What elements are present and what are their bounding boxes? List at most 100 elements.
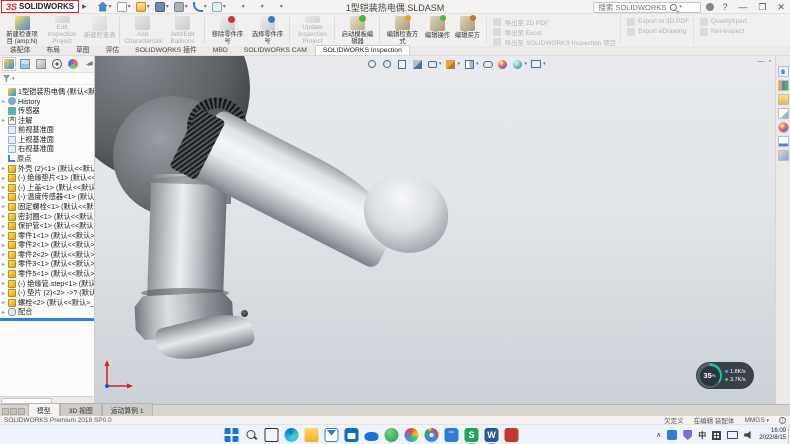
tree-item[interactable]: 前视基准面 xyxy=(2,125,94,135)
cm-button-sel[interactable]: 选择零件序号 xyxy=(247,15,287,46)
tree-item[interactable]: ▸零件3<1> (默认<<默认>_显示状态 xyxy=(2,260,94,270)
volume-icon[interactable] xyxy=(744,431,753,439)
tree-item[interactable]: 右视基准面 xyxy=(2,145,94,155)
tree-splitter-handle[interactable] xyxy=(0,318,94,321)
onedrive-icon[interactable] xyxy=(364,432,378,441)
fm-tab-property-manager[interactable] xyxy=(18,57,32,71)
doc-tab-2[interactable]: 3D 视图 xyxy=(60,403,102,416)
tree-item[interactable]: ▸零件2<2> (默认<<默认>_显示状态 xyxy=(2,250,94,260)
ribbon-tab-1[interactable]: 装配体 xyxy=(2,42,38,55)
edit-appearance-button[interactable] xyxy=(497,58,509,70)
reader-app-icon[interactable] xyxy=(444,428,458,442)
split-button[interactable] xyxy=(2,408,9,415)
cm-button-rem[interactable]: 移除零件序号 xyxy=(207,15,247,46)
undo-button[interactable]: ▾ xyxy=(193,2,207,12)
task-view-icon[interactable] xyxy=(264,428,278,442)
custom-properties-tab[interactable] xyxy=(778,136,789,147)
tag-globe-icon[interactable] xyxy=(779,417,786,424)
doc-tab-1[interactable]: 模型 xyxy=(28,403,60,416)
ribbon-tab-6[interactable]: MBD xyxy=(205,45,236,55)
word-icon[interactable]: W xyxy=(484,428,498,442)
login-icon[interactable] xyxy=(706,3,714,11)
cm-button-cust[interactable]: 编辑买方 xyxy=(452,15,482,46)
fm-tab-display-manager[interactable] xyxy=(66,57,80,71)
zoom-area-button[interactable] xyxy=(381,58,393,70)
view-palette-tab[interactable] xyxy=(778,108,789,119)
tree-item[interactable]: 上视基准面 xyxy=(2,135,94,145)
tree-item[interactable]: 传感器 xyxy=(2,106,94,116)
hide-show-items-button[interactable] xyxy=(482,58,494,70)
open-button[interactable]: ▾ xyxy=(136,2,150,12)
caret-icon[interactable]: ▾ xyxy=(204,3,207,10)
minimize-button[interactable]: — xyxy=(735,2,750,12)
doc-minimize-icon[interactable]: — xyxy=(758,58,765,65)
tree-item[interactable]: ▸外壳 (2)<1> (默认<<默认>_显示状 xyxy=(2,164,94,174)
edge-icon[interactable] xyxy=(284,428,298,442)
restore-button[interactable]: ❐ xyxy=(755,2,769,13)
fm-tab-configuration-manager[interactable] xyxy=(34,57,48,71)
tree-item[interactable]: ▸(-) 绝缘垫片<1> (默认<<默认>_显示 xyxy=(2,173,94,183)
caret-icon[interactable]: ▾ xyxy=(439,61,442,67)
ime-indicator[interactable]: 中 xyxy=(698,430,706,441)
tree-item[interactable]: ▸零件1<1> (默认<<默认>_显示状态 xyxy=(2,231,94,241)
tree-item[interactable]: 原点 xyxy=(2,154,94,164)
tree-item[interactable]: ▸螺栓<2> (默认<<默认>_显示状态 xyxy=(2,298,94,308)
doc-tab-3[interactable]: 运动算例 1 xyxy=(102,403,153,416)
caret-icon[interactable]: ▾ xyxy=(525,61,528,67)
caret-icon[interactable]: ▾ xyxy=(223,3,226,10)
search-caret-icon[interactable]: ▾ xyxy=(679,4,682,10)
color-wheel-app-icon[interactable] xyxy=(404,428,418,442)
ribbon-tab-3[interactable]: 草图 xyxy=(68,42,98,55)
units-selector[interactable]: MMGS ▾ xyxy=(744,417,769,424)
tree-item[interactable]: ▸固定螺栓<1> (默认<<默认>_显示 xyxy=(2,202,94,212)
apply-scene-button[interactable] xyxy=(512,58,524,70)
tree-item[interactable]: ▸注解 xyxy=(2,116,94,126)
green-app-icon[interactable] xyxy=(384,428,398,442)
ribbon-tab-8[interactable]: SOLIDWORKS Inspection xyxy=(315,45,410,55)
view-settings-button[interactable] xyxy=(530,58,542,70)
tree-item[interactable]: ▸保护管<1> (默认<<默认>_显示状 xyxy=(2,221,94,231)
ribbon-tab-2[interactable]: 布局 xyxy=(38,42,68,55)
caret-icon[interactable]: ▾ xyxy=(109,3,112,10)
tree-item[interactable]: ▸(-) 温度传感器<1> (默认<<默认>_ xyxy=(2,193,94,203)
print-button[interactable]: ▾ xyxy=(174,2,188,12)
caret-icon[interactable]: ▾ xyxy=(166,3,169,10)
solidworks-resources-tab[interactable] xyxy=(778,66,789,77)
new-button[interactable]: ▾ xyxy=(117,2,131,12)
ribbon-tab-7[interactable]: SOLIDWORKS CAM xyxy=(236,45,315,55)
caret-icon[interactable]: ▾ xyxy=(261,3,264,10)
security-shield-icon[interactable] xyxy=(683,430,692,440)
tree-item[interactable]: ▸History xyxy=(2,97,94,107)
cm-button-oper[interactable]: 编辑操作 xyxy=(422,15,452,46)
save-button[interactable]: ▾ xyxy=(155,2,169,12)
fm-tab-feature-tree[interactable] xyxy=(2,57,16,71)
assembly-model[interactable] xyxy=(95,56,775,404)
cm-button-meth[interactable]: 编辑检查方式 xyxy=(382,15,422,46)
section-view-button[interactable] xyxy=(411,58,423,70)
graphics-viewport[interactable]: ▾▾▾▾▾ — ▫ 35% 1.8K/s 3.7K/s xyxy=(95,56,790,404)
tree-item[interactable]: ▸(-) 上盖<1> (默认<<默认>_显示状 xyxy=(2,183,94,193)
solidworks-icon[interactable] xyxy=(504,428,518,442)
display-style-button[interactable] xyxy=(463,58,475,70)
appearances-scenes-tab[interactable] xyxy=(778,122,789,133)
filter-funnel-icon[interactable] xyxy=(3,75,10,82)
panel-collapse-arrow-icon[interactable]: ◀ xyxy=(88,60,93,67)
close-button[interactable]: ✕ xyxy=(774,2,788,13)
caret-icon[interactable]: ▾ xyxy=(242,3,245,10)
caret-icon[interactable]: ▾ xyxy=(147,3,150,10)
network-speed-widget[interactable]: 35% 1.8K/s 3.7K/s xyxy=(696,362,754,389)
tray-expand-icon[interactable]: ∧ xyxy=(656,431,661,439)
tree-item[interactable]: ▸零件5<1> (默认<<默认>_显示状态 xyxy=(2,269,94,279)
tree-item[interactable]: ▸密封圈<1> (默认<<默认>_显示状 xyxy=(2,212,94,222)
zoom-fit-button[interactable] xyxy=(366,58,378,70)
home-button[interactable]: ▾ xyxy=(98,2,112,12)
file-explorer-tab[interactable] xyxy=(778,94,789,105)
caret-icon[interactable]: ▾ xyxy=(280,3,283,10)
microsoft-store-icon[interactable] xyxy=(344,428,358,442)
display-tray-icon[interactable] xyxy=(727,431,738,439)
tree-item[interactable]: ▸零件2<1> (默认<<默认>_显示状态 xyxy=(2,241,94,251)
display-button[interactable]: ▾ xyxy=(250,2,264,12)
options-button[interactable]: ▾ xyxy=(269,2,283,12)
search-icon[interactable] xyxy=(670,4,677,11)
mail-icon[interactable] xyxy=(324,428,338,442)
